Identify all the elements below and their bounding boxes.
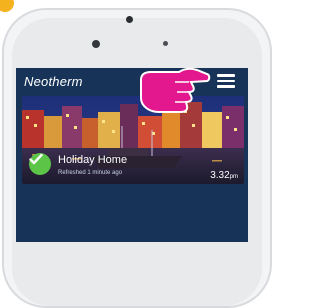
pointing-hand-icon <box>140 67 211 113</box>
phone-speaker <box>126 16 133 23</box>
zone-time-suffix: pm <box>229 174 238 180</box>
status-ok-icon <box>29 153 51 175</box>
phone-sensor <box>163 41 168 46</box>
zone-updated: Refreshed 1 minute ago <box>58 170 123 176</box>
app-screen: Neotherm Holiday Home Refreshed 1 minute… <box>16 68 248 242</box>
zone-time-value: 3.32 <box>210 170 230 181</box>
app-brand-logo: Neotherm <box>24 74 83 89</box>
app-header: Neotherm <box>16 68 248 94</box>
phone-camera <box>92 40 100 48</box>
zone-name: Holiday Home <box>58 154 128 166</box>
zone-time: 3.32pm <box>210 170 238 181</box>
hamburger-menu-icon[interactable] <box>217 74 235 88</box>
step-badge <box>0 0 14 12</box>
